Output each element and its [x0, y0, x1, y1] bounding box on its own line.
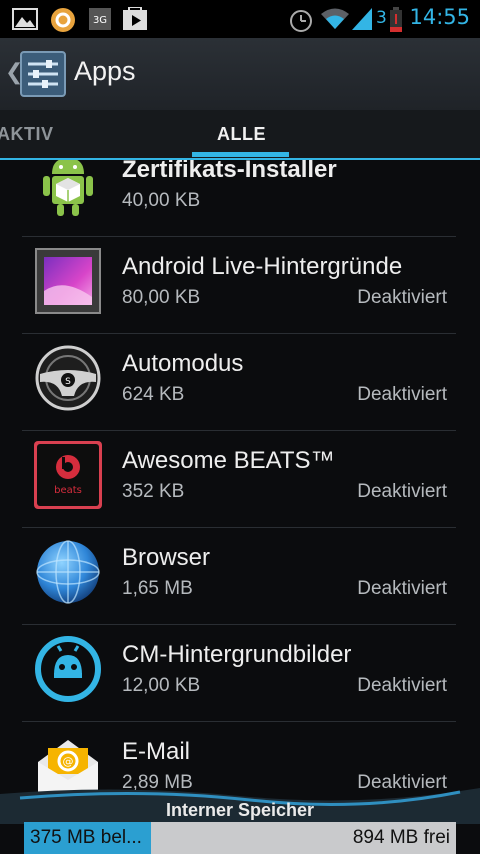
app-status: Deaktiviert — [357, 675, 447, 696]
signal-icon — [352, 8, 372, 30]
app-name: CM-Hintergrundbilder — [122, 641, 352, 668]
app-status: Deaktiviert — [357, 578, 447, 599]
steering-wheel-icon: S — [35, 345, 101, 411]
app-name: Awesome BEATS™ — [122, 447, 335, 474]
action-bar: ❮ Apps — [0, 38, 480, 111]
app-size: 1,65 MB — [122, 578, 193, 599]
app-name: Zertifikats-Installer — [122, 160, 337, 183]
app-status: Deaktiviert — [357, 287, 447, 308]
3g-notification-icon: 3G — [89, 8, 111, 30]
network-label: 3G — [93, 15, 107, 26]
app-status: Deaktiviert — [357, 384, 447, 405]
app-name: E-Mail — [122, 738, 191, 765]
storage-footer: Interner Speicher 375 MB bel... 894 MB f… — [0, 784, 480, 854]
app-status: Deaktiviert — [357, 481, 447, 502]
wifi-icon — [321, 8, 349, 29]
app-name: Browser — [122, 544, 211, 571]
cyanogenmod-icon — [35, 636, 101, 702]
play-store-icon — [123, 7, 147, 30]
tab-indicator — [192, 152, 289, 157]
list-item[interactable]: S Automodus 624 KB Deaktiviert — [22, 333, 456, 431]
tab-alle[interactable]: ALLE — [217, 124, 266, 145]
list-item[interactable]: Browser 1,65 MB Deaktiviert — [22, 527, 456, 625]
battery-icon — [390, 7, 402, 32]
clock: 14:55 — [409, 5, 470, 29]
app-name: Automodus — [122, 350, 244, 377]
gallery-icon — [12, 8, 38, 30]
svg-text:@: @ — [63, 755, 74, 768]
app-size: 624 KB — [122, 384, 185, 405]
browser-circle-icon — [51, 8, 75, 32]
storage-bar: 375 MB bel... 894 MB frei — [24, 822, 456, 854]
storage-label: Interner Speicher — [165, 800, 315, 820]
beats-audio-icon: beats — [34, 441, 102, 509]
page-title: Apps — [74, 56, 136, 86]
svg-text:beats: beats — [54, 485, 82, 496]
status-bar: 3G 3 14:55 — [0, 0, 480, 38]
globe-icon — [36, 540, 100, 604]
list-item[interactable]: beats Awesome BEATS™ 352 KB Deaktiviert — [22, 430, 456, 528]
live-wallpaper-icon — [35, 248, 101, 314]
list-item[interactable]: CM-Hintergrundbilder 12,00 KB Deaktivier… — [22, 624, 456, 722]
list-item[interactable]: Android Live-Hintergründe 80,00 KB Deakt… — [22, 236, 456, 334]
android-certificate-icon — [43, 160, 93, 216]
app-size: 40,00 KB — [122, 190, 201, 211]
list-item[interactable]: Zertifikats-Installer 40,00 KB — [22, 160, 456, 237]
storage-free-text: 894 MB frei — [352, 827, 450, 848]
app-size: 12,00 KB — [122, 675, 201, 696]
svg-text:S: S — [65, 377, 71, 387]
storage-used-text: 375 MB bel... — [30, 827, 142, 848]
app-size: 80,00 KB — [122, 287, 201, 308]
app-name: Android Live-Hintergründe — [122, 253, 403, 280]
battery-level-text: 3 — [376, 8, 387, 28]
app-list[interactable]: Zertifikats-Installer 40,00 KB Android L… — [0, 160, 480, 800]
alarm-icon — [290, 10, 312, 32]
tab-aktiv[interactable]: AKTIV — [0, 124, 54, 145]
settings-sliders-icon[interactable] — [20, 51, 66, 97]
tab-bar: AKTIV ALLE — [0, 110, 480, 160]
app-size: 352 KB — [122, 481, 185, 502]
